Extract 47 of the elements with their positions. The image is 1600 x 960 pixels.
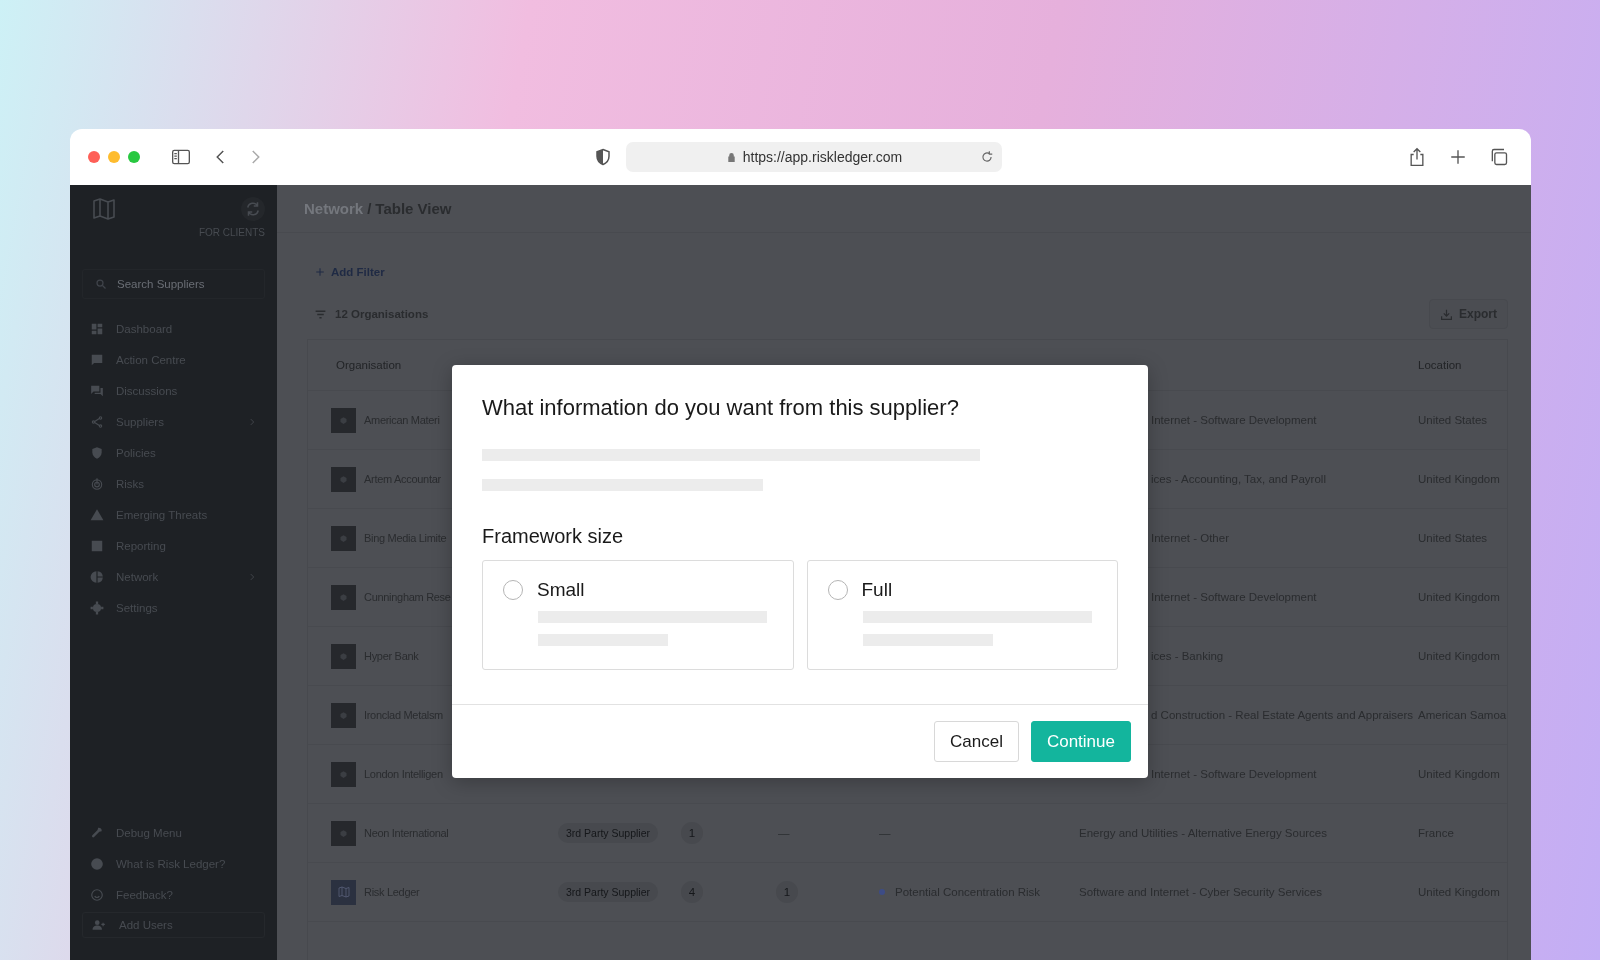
settings-icon (90, 600, 104, 615)
search-icon (95, 278, 107, 290)
option-card[interactable]: Small (482, 560, 794, 670)
tabs-icon (1489, 147, 1509, 167)
option-card[interactable]: Full (806, 560, 1118, 670)
warning-icon (90, 507, 104, 522)
risk-label: — (879, 827, 891, 839)
table-cell-text: — (777, 827, 791, 839)
share-icon (90, 414, 104, 429)
sidebar-toggle[interactable] (170, 147, 192, 167)
dashboard-icon (90, 321, 104, 336)
smiley-icon (90, 887, 104, 902)
map-logo-icon (90, 197, 118, 221)
url-text: https://app.riskledger.com (742, 149, 903, 165)
message-icon (90, 352, 104, 367)
section-heading: Framework size (482, 525, 625, 548)
close-window-button[interactable] (88, 151, 100, 163)
cancel-button[interactable]: Cancel (934, 721, 1019, 762)
sidebar-icon (170, 147, 192, 167)
address-bar[interactable]: https://app.riskledger.com (626, 142, 1002, 172)
continue-button[interactable]: Continue (1030, 721, 1131, 762)
chevron-icon (247, 571, 257, 582)
dialog-title: What information do you want from this supplier? (482, 395, 960, 421)
book-icon (336, 886, 351, 898)
switch-button[interactable] (241, 197, 265, 221)
plus-icon (315, 267, 325, 277)
search-input[interactable]: Search Suppliers (117, 278, 247, 290)
target-icon (90, 476, 104, 491)
breadcrumb-separator: / (367, 200, 372, 217)
shield-icon (594, 148, 612, 166)
shield-icon (90, 445, 104, 460)
lock-icon (725, 150, 737, 164)
pie-icon (90, 569, 104, 584)
plus-icon (1449, 148, 1467, 166)
minimize-button[interactable] (108, 151, 120, 163)
chat-icon (90, 383, 104, 398)
reload-icon (980, 150, 994, 164)
add-user-icon (91, 918, 107, 932)
new-tab-button[interactable] (1449, 148, 1467, 166)
privacy-button[interactable] (594, 148, 612, 166)
chevron-icon (247, 416, 257, 427)
sync-icon (244, 200, 262, 218)
zoom-button[interactable] (128, 151, 140, 163)
tabs-button[interactable] (1489, 147, 1509, 167)
search-field[interactable]: Search Suppliers (82, 269, 265, 299)
download-icon (1440, 307, 1453, 321)
wrench-icon (90, 825, 104, 840)
